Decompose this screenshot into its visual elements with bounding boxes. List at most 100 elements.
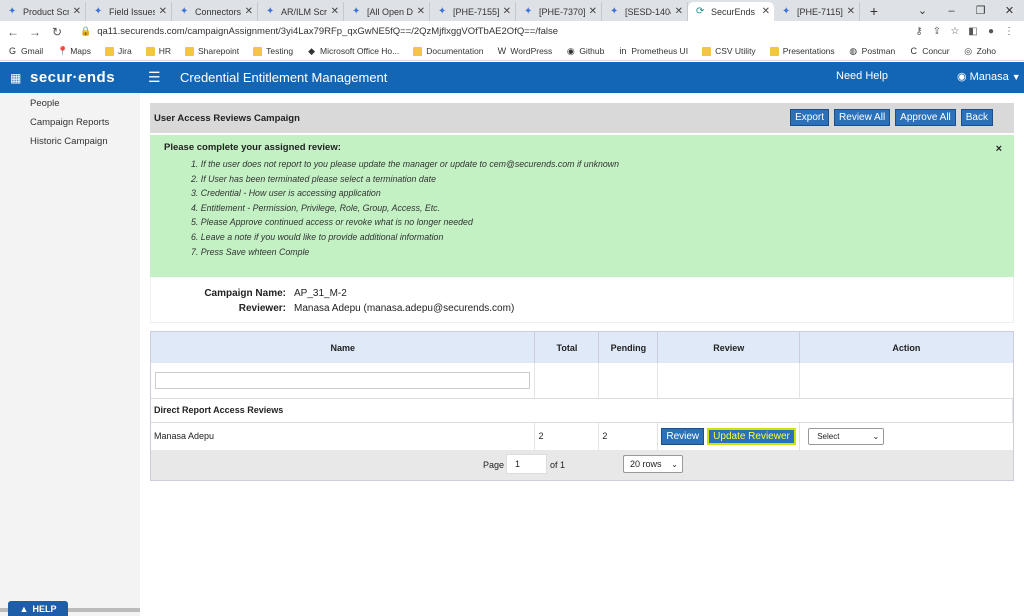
- hamburger-icon[interactable]: ☰: [148, 69, 168, 86]
- action-select[interactable]: Select ⌄: [808, 427, 885, 445]
- user-menu[interactable]: ◉ Manasa ▼: [957, 70, 1021, 84]
- col-action[interactable]: Action: [799, 332, 1013, 363]
- review-all-button[interactable]: Review All: [834, 109, 891, 126]
- browser-tab[interactable]: ✦ [PHE-7115] Cl ✕: [774, 2, 860, 21]
- bookmark-label: Microsoft Office Ho...: [320, 46, 400, 56]
- bookmark-item[interactable]: W WordPress: [497, 46, 553, 56]
- browser-tab[interactable]: ⟳ SecurEnds ✕: [688, 2, 774, 21]
- tab-search-icon[interactable]: ⌄: [908, 4, 937, 17]
- bookmark-item[interactable]: G Gmail: [8, 46, 43, 56]
- bookmark-item[interactable]: Documentation: [413, 46, 483, 56]
- tab-close-icon[interactable]: ✕: [675, 6, 683, 17]
- sidepanel-icon[interactable]: ◧: [964, 26, 982, 37]
- tab-close-icon[interactable]: ✕: [589, 6, 597, 17]
- bookmark-item[interactable]: 📍 Maps: [57, 46, 91, 56]
- sidebar-item-label: Historic Campaign: [30, 136, 108, 147]
- minimize-icon[interactable]: –: [937, 5, 966, 17]
- browser-tab[interactable]: ✦ Field Issues Ka ✕: [86, 2, 172, 21]
- browser-tab[interactable]: ✦ AR/ILM Scrum ✕: [258, 2, 344, 21]
- sidebar-item-label: People: [30, 98, 60, 109]
- browser-tab[interactable]: ✦ [SESD-1404] L ✕: [602, 2, 688, 21]
- apps-grid-icon[interactable]: ▦: [10, 71, 24, 85]
- forward-icon[interactable]: →: [26, 25, 44, 39]
- browser-tab[interactable]: ✦ Product Scrum ✕: [0, 2, 86, 21]
- export-button[interactable]: Export: [790, 109, 830, 126]
- sidebar-item-people[interactable]: People: [0, 94, 140, 113]
- update-reviewer-button[interactable]: Update Reviewer: [707, 427, 796, 445]
- tab-favicon-icon: ✦: [266, 5, 275, 17]
- bookmark-item[interactable]: Sharepoint: [184, 46, 239, 56]
- tab-close-icon[interactable]: ✕: [762, 6, 770, 17]
- col-review[interactable]: Review: [657, 332, 801, 363]
- tab-close-icon[interactable]: ✕: [245, 6, 253, 17]
- bookmark-item[interactable]: Jira: [105, 46, 132, 56]
- url-field[interactable]: 🔒 qa11.securends.com/campaignAssignment/…: [72, 23, 904, 40]
- url-text: qa11.securends.com/campaignAssignment/3y…: [97, 26, 559, 37]
- lock-icon[interactable]: 🔒: [80, 26, 91, 37]
- restore-icon[interactable]: ❐: [966, 4, 995, 17]
- page-input[interactable]: 1: [506, 454, 547, 474]
- bookmark-item[interactable]: HR: [145, 46, 171, 56]
- col-total[interactable]: Total: [534, 332, 600, 363]
- tab-close-icon[interactable]: ✕: [331, 6, 339, 17]
- need-help-link[interactable]: Need Help: [836, 70, 888, 82]
- bookmark-item[interactable]: Testing: [253, 46, 293, 56]
- bookmark-item[interactable]: ◎ Zoho: [964, 46, 996, 56]
- menu-icon[interactable]: ⋮: [1000, 26, 1018, 37]
- bookmark-item[interactable]: Presentations: [769, 46, 835, 56]
- page-label: Page: [483, 460, 505, 470]
- rows-per-page-select[interactable]: 20 rows ⌄: [623, 455, 683, 473]
- name-filter-input[interactable]: [155, 371, 530, 389]
- sidebar-item-historic-campaign[interactable]: Historic Campaign: [0, 132, 140, 151]
- bookmark-item[interactable]: CSV Utility: [702, 46, 756, 56]
- close-window-icon[interactable]: ✕: [995, 4, 1024, 17]
- page-of: of 1: [550, 460, 566, 470]
- tab-close-icon[interactable]: ✕: [847, 6, 855, 17]
- folder-icon: [145, 46, 155, 56]
- browser-tab[interactable]: ✦ [PHE-7370] In ✕: [516, 2, 602, 21]
- address-bar: ← → ↻ 🔒 qa11.securends.com/campaignAssig…: [0, 21, 1024, 42]
- tab-favicon-icon: ✦: [438, 5, 447, 17]
- bookmark-label: Maps: [70, 46, 91, 56]
- col-name[interactable]: Name: [151, 332, 536, 363]
- sidebar-item-campaign-reports[interactable]: Campaign Reports: [0, 113, 140, 132]
- tab-title: [SESD-1404] L: [625, 6, 671, 17]
- tab-title: [PHE-7155] M: [453, 6, 499, 17]
- browser-tab[interactable]: ✦ [PHE-7155] M ✕: [430, 2, 516, 21]
- reviewer-value: Manasa Adepu (manasa.adepu@securends.com…: [294, 303, 515, 314]
- tab-favicon-icon: ✦: [8, 5, 17, 17]
- browser-tab[interactable]: ✦ Connectors Sc ✕: [172, 2, 258, 21]
- help-button[interactable]: ▲ HELP: [8, 601, 68, 616]
- new-tab-button[interactable]: +: [864, 3, 884, 19]
- reload-icon[interactable]: ↻: [48, 25, 66, 39]
- tab-close-icon[interactable]: ✕: [503, 6, 511, 17]
- star-icon[interactable]: ☆: [946, 26, 964, 37]
- profile-icon[interactable]: ●: [982, 26, 1000, 37]
- bookmark-label: Gmail: [21, 46, 44, 56]
- browser-tab[interactable]: ✦ [All Open Def ✕: [344, 2, 430, 21]
- approve-all-button[interactable]: Approve All: [895, 109, 956, 126]
- bookmark-item[interactable]: ◉ Github: [566, 46, 604, 56]
- notice-item: 5. Please Approve continued access or re…: [191, 217, 473, 228]
- bookmark-item[interactable]: C Concur: [909, 46, 949, 56]
- bookmark-item[interactable]: ◍ Postman: [849, 46, 895, 56]
- tab-close-icon[interactable]: ✕: [417, 6, 425, 17]
- user-name: Manasa: [969, 70, 1009, 83]
- campaign-name-label: Campaign Name:: [204, 288, 286, 299]
- folder-icon: [769, 46, 779, 56]
- page-title: User Access Reviews Campaign: [154, 112, 300, 124]
- bookmark-item[interactable]: in Prometheus UI: [618, 46, 688, 56]
- tab-favicon-icon: ✦: [352, 5, 361, 17]
- notice-list: 1. If the user does not report to you pl…: [164, 159, 1014, 261]
- tab-close-icon[interactable]: ✕: [159, 6, 167, 17]
- review-button[interactable]: Review: [661, 427, 705, 445]
- col-pending[interactable]: Pending: [598, 332, 659, 363]
- bookmark-item[interactable]: ◆ Microsoft Office Ho...: [307, 46, 399, 56]
- share-icon[interactable]: ⇪: [928, 26, 946, 37]
- key-icon[interactable]: ⚷: [910, 26, 928, 37]
- bookmark-icon: ◉: [566, 45, 575, 56]
- tab-close-icon[interactable]: ✕: [73, 6, 81, 17]
- close-icon[interactable]: ×: [996, 143, 1002, 155]
- back-button[interactable]: Back: [960, 109, 993, 126]
- back-icon[interactable]: ←: [4, 25, 22, 39]
